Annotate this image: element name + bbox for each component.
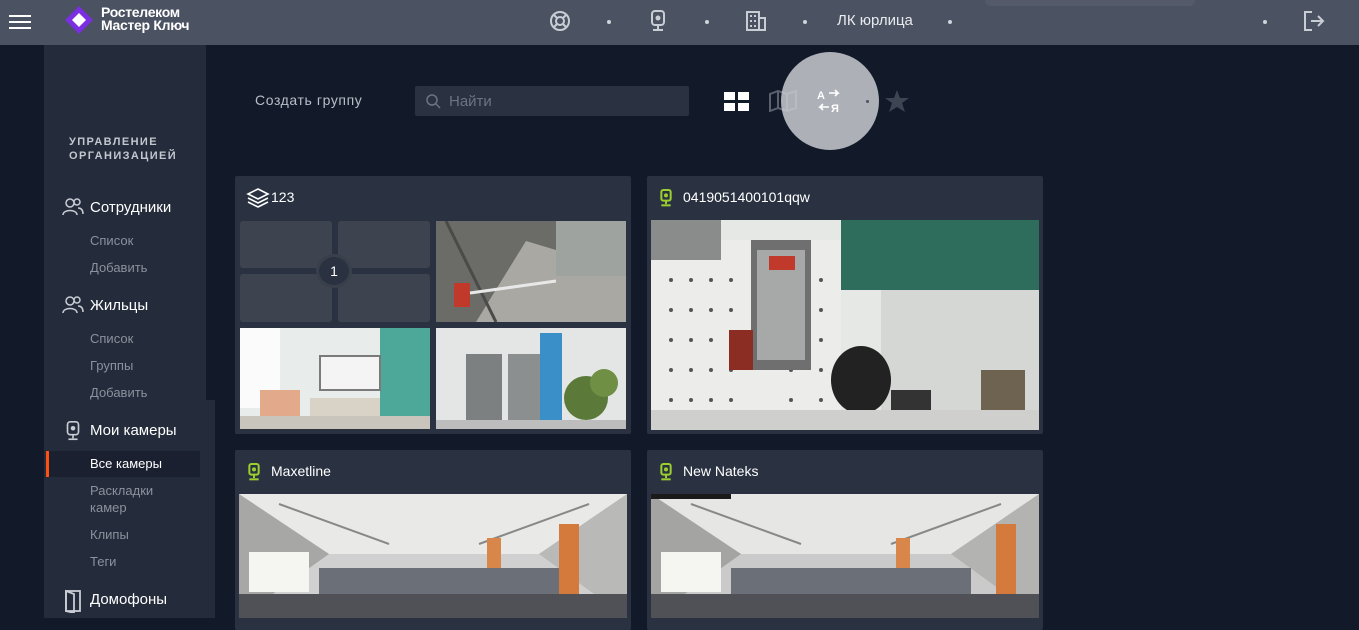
logout-icon[interactable] [1302, 9, 1326, 33]
camera-thumbnail[interactable] [651, 494, 1039, 618]
door-icon [65, 589, 81, 613]
card-title: Maxetline [271, 463, 331, 479]
separator-dot [607, 20, 611, 24]
empty-slot [338, 274, 430, 322]
users-icon [62, 198, 84, 216]
menu-icon[interactable] [9, 11, 31, 31]
sidebar-item-residents-groups[interactable]: Группы [90, 357, 133, 374]
camera-thumbnail[interactable] [239, 494, 627, 618]
sidebar-item-clips[interactable]: Клипы [90, 526, 129, 543]
svg-text:Я: Я [831, 103, 839, 114]
card-title: 0419051400101qqw [683, 189, 810, 205]
users-icon [62, 296, 84, 314]
grid-view-icon[interactable] [724, 92, 750, 112]
separator-dot [803, 20, 807, 24]
camera-thumbnail[interactable] [436, 328, 626, 429]
separator-dot [948, 20, 952, 24]
search-icon [426, 94, 441, 109]
sidebar-heading: УПРАВЛЕНИЕ ОРГАНИЗАЦИЕЙ [69, 136, 178, 162]
sidebar-gutter [0, 45, 44, 618]
favorite-star-icon[interactable] [884, 89, 910, 113]
account-label[interactable]: ЛК юрлица [837, 12, 913, 29]
camera-icon [66, 421, 80, 441]
layers-icon [246, 188, 270, 208]
sidebar-item-tags[interactable]: Теги [90, 553, 116, 570]
camera-icon [660, 463, 672, 481]
sidebar-section-label: Мои камеры [90, 422, 177, 439]
sidebar-item-employees-list[interactable]: Список [90, 232, 133, 249]
search-box [415, 86, 689, 116]
search-input[interactable] [449, 86, 679, 116]
separator-dot [705, 20, 709, 24]
top-bar: Ростелеком Мастер Ключ ЛК юрлица [0, 0, 1359, 45]
building-icon[interactable] [744, 9, 768, 33]
create-group-button[interactable]: Создать группу [255, 92, 362, 108]
card-title: New Nateks [683, 463, 759, 479]
separator-dot [1263, 20, 1267, 24]
camera-icon[interactable] [646, 9, 670, 33]
group-count-badge: 1 [316, 254, 352, 288]
logo-line2: Мастер Ключ [101, 17, 190, 33]
sidebar-item-residents-list[interactable]: Список [90, 330, 133, 347]
sidebar-item-all-cameras[interactable]: Все камеры [46, 451, 200, 477]
empty-slot [240, 274, 332, 322]
sidebar-item-camera-layouts[interactable]: Раскладки камер [90, 482, 153, 516]
sidebar-section-label: Домофоны [90, 591, 168, 608]
camera-thumbnail[interactable] [436, 221, 626, 322]
tooltip-edge [985, 0, 1195, 6]
logo[interactable]: Ростелеком Мастер Ключ [64, 5, 204, 39]
svg-text:А: А [817, 90, 825, 102]
empty-slot [338, 221, 430, 268]
sidebar-item-employees-add[interactable]: Добавить [90, 259, 147, 276]
sort-alpha-icon[interactable]: А Я [816, 88, 844, 114]
card-title: 123 [271, 189, 295, 205]
separator-dot [866, 100, 869, 103]
camera-thumbnail[interactable] [651, 220, 1039, 430]
sidebar-item-residents-add[interactable]: Добавить [90, 384, 147, 401]
sidebar-section-label: Сотрудники [90, 199, 172, 216]
support-icon[interactable] [548, 9, 572, 33]
sidebar-scrollbar-track[interactable] [206, 45, 215, 400]
sidebar-section-label: Жильцы [90, 297, 149, 314]
camera-icon [248, 463, 260, 481]
camera-thumbnail[interactable] [240, 328, 430, 429]
camera-icon [660, 188, 672, 207]
